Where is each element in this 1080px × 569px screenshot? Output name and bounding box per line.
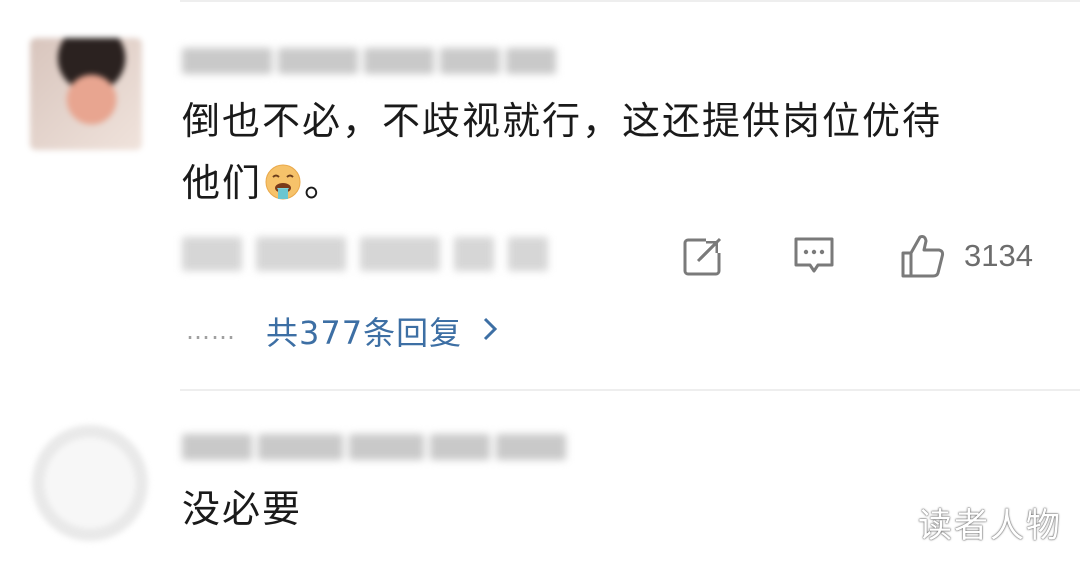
share-button[interactable] (682, 228, 724, 284)
divider (180, 0, 1080, 2)
ellipsis-dots: …… (186, 317, 236, 345)
thumbs-up-icon (900, 233, 946, 279)
watermark: 读者人物 (918, 506, 1062, 546)
comment-text: 没必要 (182, 487, 303, 531)
like-count: 3134 (964, 238, 1033, 273)
username-blurred[interactable] (182, 46, 556, 76)
comment-text-line1: 倒也不必，不歧视就行，这还提供岗位优待 (182, 99, 943, 143)
comment-meta-blurred (182, 237, 548, 273)
chevron-right-icon (482, 316, 498, 346)
avatar[interactable] (32, 425, 148, 541)
like-button[interactable]: 3134 (900, 228, 1033, 284)
comment-feed: 倒也不必，不歧视就行，这还提供岗位优待 他们。 3134 …… 共377条回复 … (0, 0, 1080, 569)
divider (180, 389, 1080, 391)
vomiting-face-emoji (264, 157, 302, 200)
replies-count-link[interactable]: 共377条回复 (266, 308, 462, 354)
comment-text-line2: 他们。 (182, 152, 942, 214)
view-replies-link[interactable]: …… 共377条回复 (186, 308, 498, 354)
avatar[interactable] (30, 38, 142, 150)
share-icon (682, 235, 724, 277)
reply-button[interactable] (792, 228, 836, 284)
username-blurred[interactable] (182, 432, 566, 462)
comment-icon (792, 235, 836, 277)
comment-text: 倒也不必，不歧视就行，这还提供岗位优待 他们。 (182, 90, 942, 214)
